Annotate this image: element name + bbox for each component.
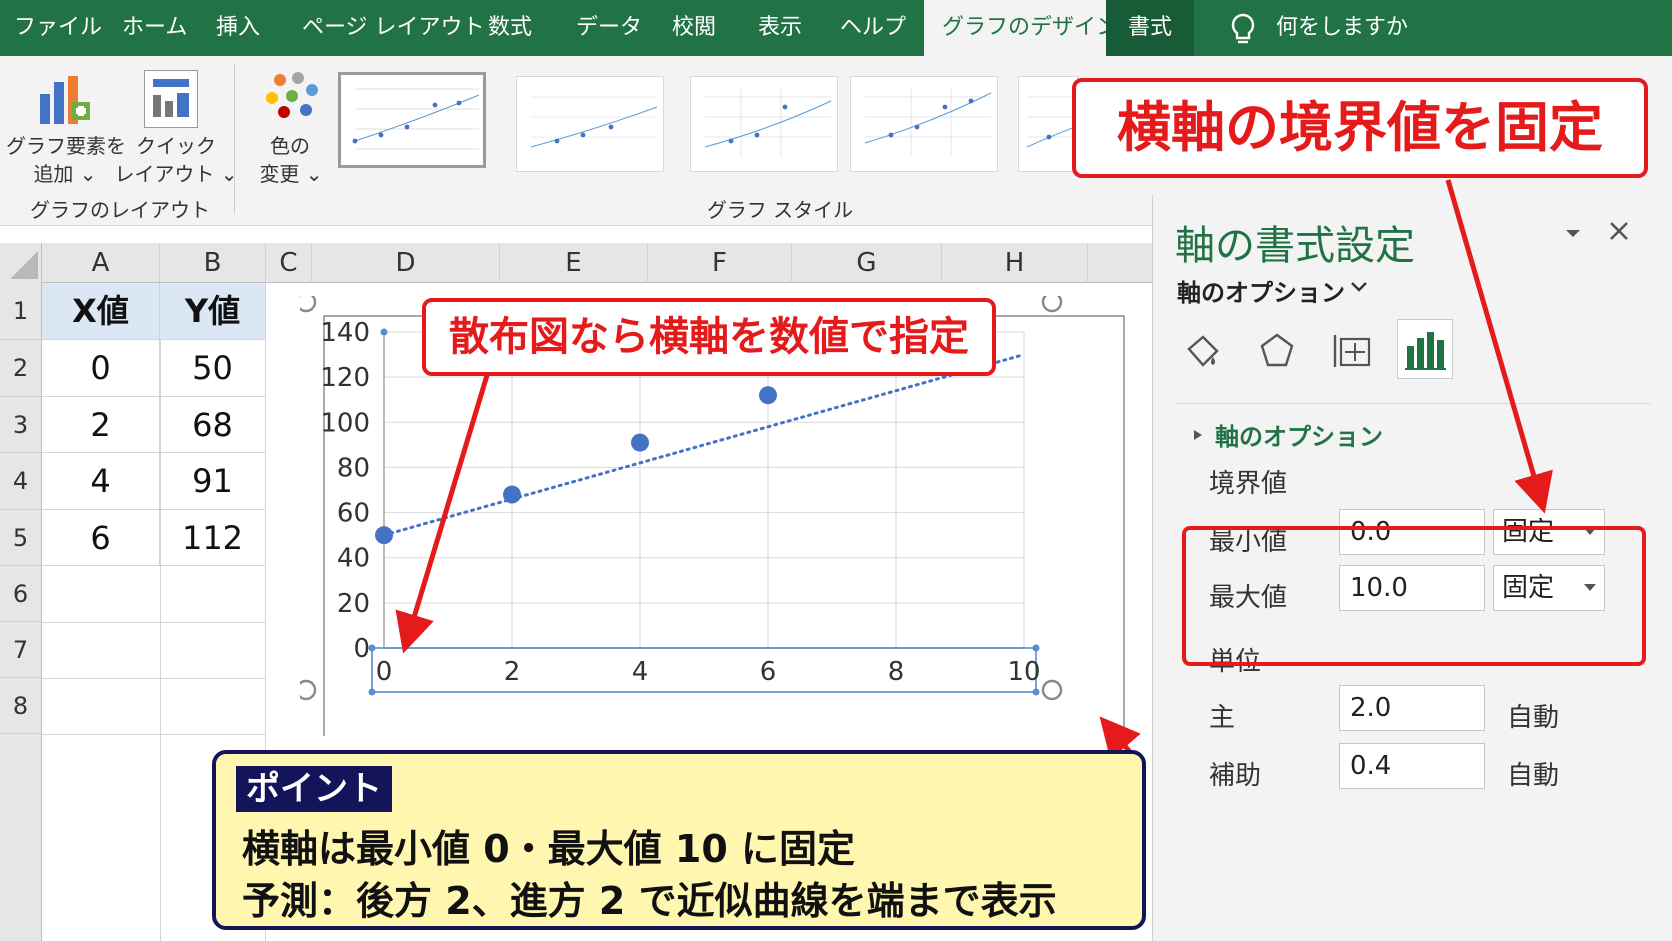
arrow-to-axis-end xyxy=(1099,716,1141,760)
point-line-2: 予測：後方 2、進方 2 で近似曲線を端まで表示 xyxy=(242,879,1057,923)
arrow-to-axis-start xyxy=(395,371,491,654)
arrow-to-bounds xyxy=(1445,179,1553,514)
callout-fix-bounds: 横軸の境界値を固定 xyxy=(1072,78,1648,178)
excel-window: { "tabs": ["ファイル","ホーム","挿入","ページ レイアウト"… xyxy=(0,0,1672,941)
callout-numeric-axis: 散布図なら横軸を数値で指定 xyxy=(422,298,996,376)
point-note-box: ポイント 横軸は最小値 0・最大値 10 に固定 予測：後方 2、進方 2 で近… xyxy=(212,750,1146,930)
point-badge: ポイント xyxy=(236,766,392,812)
point-line-1: 横軸は最小値 0・最大値 10 に固定 xyxy=(242,827,856,871)
